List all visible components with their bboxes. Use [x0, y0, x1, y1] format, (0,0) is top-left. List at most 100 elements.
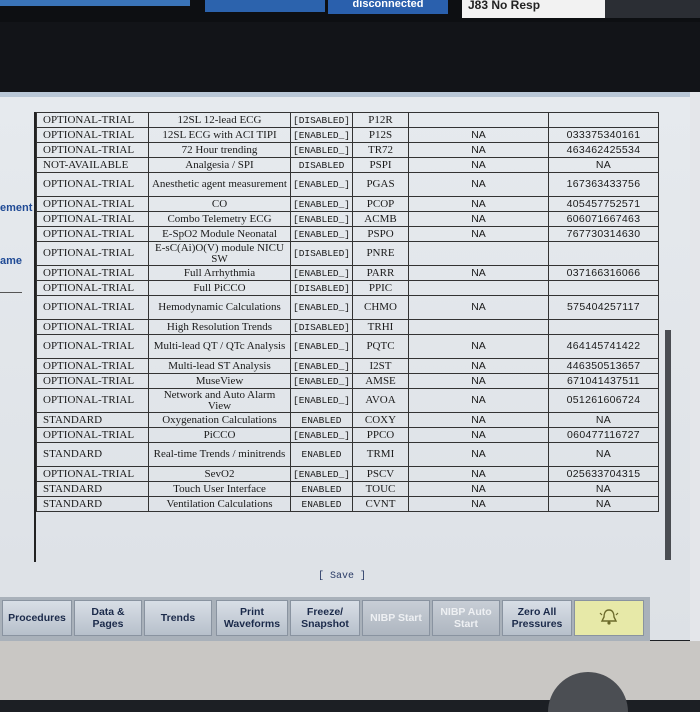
license-cell: STANDARD — [36, 442, 149, 467]
table-row[interactable]: OPTIONAL-TRIAL Hemodynamic Calculations [E… — [36, 295, 659, 320]
license-cell: OPTIONAL-TRIAL — [36, 112, 149, 128]
na-cell: NA — [408, 295, 549, 320]
table-row[interactable]: OPTIONAL-TRIAL Anesthetic agent measureme… — [36, 172, 659, 197]
status-cell: ENABLED — [290, 442, 353, 467]
screen-right-edge — [690, 92, 700, 652]
left-divider — [0, 292, 22, 293]
status-cell: DISABLED — [290, 157, 353, 173]
softkey-4[interactable]: Print Waveforms — [216, 600, 288, 636]
top-tab-left[interactable] — [0, 0, 190, 6]
serial-cell: NA — [548, 442, 659, 467]
table-row[interactable]: OPTIONAL-TRIAL Full Arrhythmia [ENABLED_] P… — [36, 265, 659, 281]
table-row[interactable]: OPTIONAL-TRIAL High Resolution Trends [DIS… — [36, 319, 659, 335]
softkey-2[interactable]: Data & Pages — [74, 600, 142, 636]
serial-cell: 025633704315 — [548, 466, 659, 482]
license-cell: OPTIONAL-TRIAL — [36, 466, 149, 482]
serial-cell — [548, 241, 659, 266]
table-row[interactable]: OPTIONAL-TRIAL Network and Auto Alarm Vie… — [36, 388, 659, 413]
code-cell: PGAS — [352, 172, 409, 197]
status-cell: [ENABLED_] — [290, 226, 353, 242]
na-cell: NA — [408, 127, 549, 143]
status-cell: [ENABLED_] — [290, 388, 353, 413]
softkey-3[interactable]: Trends — [144, 600, 212, 636]
left-panel-item-2[interactable]: ame — [0, 255, 22, 267]
status-cell: [ENABLED_] — [290, 466, 353, 482]
status-cell: [ENABLED_] — [290, 127, 353, 143]
left-panel-item-1[interactable]: ement — [0, 202, 32, 214]
table-row[interactable]: OPTIONAL-TRIAL 12SL ECG with ACI TIPI [ENA… — [36, 127, 659, 143]
license-cell: STANDARD — [36, 412, 149, 428]
feature-name-cell: MuseView — [148, 373, 291, 389]
license-cell: OPTIONAL-TRIAL — [36, 373, 149, 389]
status-cell: [ENABLED_] — [290, 196, 353, 212]
na-cell: NA — [408, 466, 549, 482]
softkey-1[interactable]: Procedures — [2, 600, 72, 636]
na-cell: NA — [408, 334, 549, 359]
softkey-5[interactable]: Freeze/ Snapshot — [290, 600, 360, 636]
license-cell: OPTIONAL-TRIAL — [36, 226, 149, 242]
softkey-8[interactable]: Zero All Pressures — [502, 600, 572, 636]
table-row[interactable]: OPTIONAL-TRIAL MuseView [ENABLED_] AMSE NA 67… — [36, 373, 659, 389]
feature-name-cell: 72 Hour trending — [148, 142, 291, 158]
table-row[interactable]: OPTIONAL-TRIAL CO [ENABLED_] PCOP NA 40545775… — [36, 196, 659, 212]
table-row[interactable]: OPTIONAL-TRIAL Combo Telemetry ECG [ENABLE… — [36, 211, 659, 227]
table-row[interactable]: OPTIONAL-TRIAL Multi-lead ST Analysis [ENA… — [36, 358, 659, 374]
code-cell: TOUC — [352, 481, 409, 497]
license-cell: OPTIONAL-TRIAL — [36, 196, 149, 212]
resp-status-label: J83 No Resp — [462, 0, 608, 18]
code-cell: PPIC — [352, 280, 409, 296]
license-cell: OPTIONAL-TRIAL — [36, 295, 149, 320]
table-row[interactable]: OPTIONAL-TRIAL 12SL 12-lead ECG [DISABLED]… — [36, 112, 659, 128]
table-row[interactable]: OPTIONAL-TRIAL Full PiCCO [DISABLED] PPIC — [36, 280, 659, 296]
table-row[interactable]: OPTIONAL-TRIAL PiCCO [ENABLED_] PPCO NA 06047… — [36, 427, 659, 443]
table-row[interactable]: OPTIONAL-TRIAL E-SpO2 Module Neonatal [ENA… — [36, 226, 659, 242]
license-cell: OPTIONAL-TRIAL — [36, 241, 149, 266]
na-cell: NA — [408, 388, 549, 413]
table-row[interactable]: OPTIONAL-TRIAL SevO2 [ENABLED_] PSCV NA 02563… — [36, 466, 659, 482]
screen-rim — [0, 92, 690, 97]
license-cell: OPTIONAL-TRIAL — [36, 280, 149, 296]
feature-name-cell: 12SL 12-lead ECG — [148, 112, 291, 128]
feature-name-cell: Multi-lead ST Analysis — [148, 358, 291, 374]
license-cell: OPTIONAL-TRIAL — [36, 334, 149, 359]
na-cell: NA — [408, 211, 549, 227]
status-cell: [ENABLED_] — [290, 427, 353, 443]
na-cell — [408, 112, 549, 128]
status-cell: [ENABLED_] — [290, 142, 353, 158]
feature-name-cell: 12SL ECG with ACI TIPI — [148, 127, 291, 143]
table-row[interactable]: STANDARD Ventilation Calculations ENABLED C… — [36, 496, 659, 512]
na-cell: NA — [408, 481, 549, 497]
feature-name-cell: PiCCO — [148, 427, 291, 443]
feature-name-cell: Combo Telemetry ECG — [148, 211, 291, 227]
table-row[interactable]: STANDARD Oxygenation Calculations ENABLED C… — [36, 412, 659, 428]
table-row[interactable]: OPTIONAL-TRIAL Multi-lead QT / QTc Analys… — [36, 334, 659, 359]
serial-cell: 167363433756 — [548, 172, 659, 197]
serial-cell: 060477116727 — [548, 427, 659, 443]
softkey-7[interactable]: NIBP Auto Start — [432, 600, 500, 636]
na-cell: NA — [408, 442, 549, 467]
softkey-6[interactable]: NIBP Start — [362, 600, 430, 636]
serial-cell: 446350513657 — [548, 358, 659, 374]
table-row[interactable]: STANDARD Real-time Trends / minitrends ENA… — [36, 442, 659, 467]
scrollbar-thumb[interactable] — [665, 330, 671, 560]
monitor-top-bar: disconnected J83 No Resp — [0, 0, 700, 22]
code-cell: PARR — [352, 265, 409, 281]
status-tab[interactable]: disconnected — [328, 0, 448, 14]
table-row[interactable]: NOT-AVAILABLE Analgesia / SPI DISABLED PSPI… — [36, 157, 659, 173]
alarm-silence-button[interactable] — [574, 600, 644, 636]
table-row[interactable]: STANDARD Touch User Interface ENABLED TOUC N… — [36, 481, 659, 497]
serial-cell: 606071667463 — [548, 211, 659, 227]
code-cell: PPCO — [352, 427, 409, 443]
code-cell: TRHI — [352, 319, 409, 335]
code-cell: P12S — [352, 127, 409, 143]
code-cell: PQTC — [352, 334, 409, 359]
feature-name-cell: Ventilation Calculations — [148, 496, 291, 512]
license-cell: OPTIONAL-TRIAL — [36, 172, 149, 197]
code-cell: AMSE — [352, 373, 409, 389]
table-row[interactable]: OPTIONAL-TRIAL E-sC(Ai)O(V) module NICU S… — [36, 241, 659, 266]
save-button[interactable]: [ Save ] — [318, 571, 366, 582]
na-cell: NA — [408, 172, 549, 197]
table-row[interactable]: OPTIONAL-TRIAL 72 Hour trending [ENABLED_]… — [36, 142, 659, 158]
status-cell: [ENABLED_] — [290, 295, 353, 320]
top-tab-middle[interactable] — [205, 0, 325, 12]
